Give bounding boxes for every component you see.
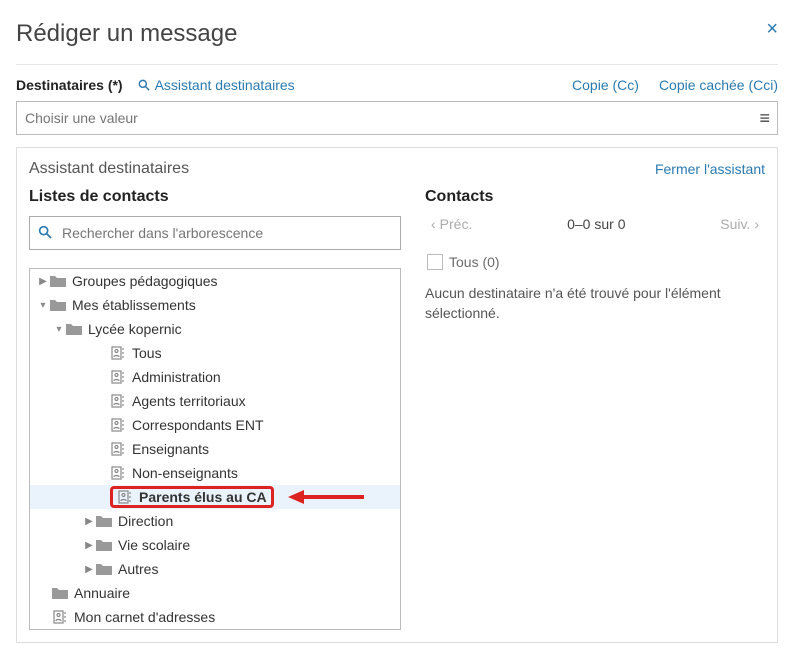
arrow-annotation-icon — [286, 487, 366, 507]
tree-item-agents[interactable]: Agents territoriaux — [30, 389, 400, 413]
chevron-right-icon: ▶ — [82, 516, 96, 527]
contacts-icon — [110, 442, 126, 456]
chevron-right-icon: ▶ — [82, 540, 96, 551]
select-all-checkbox[interactable] — [427, 254, 443, 270]
divider — [16, 64, 778, 65]
chevron-right-icon: › — [754, 216, 759, 232]
close-assistant-link[interactable]: Fermer l'assistant — [655, 161, 765, 177]
tree-search-input[interactable] — [29, 216, 401, 250]
tree-label: Lycée kopernic — [88, 321, 182, 337]
recipients-label: Destinataires (*) — [16, 77, 123, 93]
tree-item-non-enseignants[interactable]: Non-enseignants — [30, 461, 400, 485]
tree-item-correspondants[interactable]: Correspondants ENT — [30, 413, 400, 437]
tree-item-autres[interactable]: ▶ Autres — [30, 557, 400, 581]
chevron-right-icon: ▶ — [82, 564, 96, 575]
tree-item-administration[interactable]: Administration — [30, 365, 400, 389]
bcc-link[interactable]: Copie cachée (Cci) — [659, 77, 778, 93]
contacts-icon — [110, 370, 126, 384]
tree-label: Mon carnet d'adresses — [74, 609, 215, 625]
chevron-down-icon: ▾ — [36, 300, 50, 311]
search-icon — [37, 224, 53, 240]
tree-label: Tous — [132, 345, 162, 361]
tree-item-enseignants[interactable]: Enseignants — [30, 437, 400, 461]
assistant-link-label: Assistant destinataires — [155, 77, 295, 93]
chevron-down-icon: ▾ — [52, 324, 66, 335]
tree-item-direction[interactable]: ▶ Direction — [30, 509, 400, 533]
tree-item-parents-ca[interactable]: Parents élus au CA — [30, 485, 400, 509]
tree-label: Parents élus au CA — [139, 489, 267, 505]
tree-label: Administration — [132, 369, 221, 385]
chevron-left-icon: ‹ — [431, 216, 436, 232]
select-all-label: Tous (0) — [449, 254, 500, 270]
tree-label: Vie scolaire — [118, 537, 190, 553]
tree-item-annuaire[interactable]: Annuaire — [30, 581, 400, 605]
tree-item-etablissements[interactable]: ▾ Mes établissements — [30, 293, 400, 317]
tree-label: Agents territoriaux — [132, 393, 246, 409]
close-icon[interactable]: × — [766, 18, 778, 41]
folder-icon — [52, 586, 68, 600]
folder-icon — [50, 298, 66, 312]
folder-icon — [66, 322, 82, 336]
prev-label: Préc. — [440, 216, 473, 232]
contacts-icon — [117, 490, 133, 504]
modal-title: Rédiger un message — [16, 12, 778, 48]
assistant-title: Assistant destinataires — [29, 160, 189, 178]
tree-label: Non-enseignants — [132, 465, 238, 481]
tree-label: Correspondants ENT — [132, 417, 264, 433]
contacts-icon — [110, 418, 126, 432]
pager-range: 0–0 sur 0 — [567, 216, 625, 232]
chevron-right-icon: ▶ — [36, 276, 50, 287]
tree-label: Enseignants — [132, 441, 209, 457]
highlight-annotation: Parents élus au CA — [110, 486, 274, 508]
folder-icon — [96, 514, 112, 528]
cc-link[interactable]: Copie (Cc) — [572, 77, 639, 93]
tree-label: Autres — [118, 561, 158, 577]
contacts-icon — [110, 394, 126, 408]
tree-label: Mes établissements — [72, 297, 196, 313]
search-icon — [137, 78, 151, 92]
contacts-icon — [52, 610, 68, 624]
folder-icon — [96, 538, 112, 552]
tree-item-groupes[interactable]: ▶ Groupes pédagogiques — [30, 269, 400, 293]
folder-icon — [96, 562, 112, 576]
assistant-link[interactable]: Assistant destinataires — [137, 77, 295, 93]
next-label: Suiv. — [720, 216, 750, 232]
contacts-icon — [110, 466, 126, 480]
next-button[interactable]: Suiv. › — [720, 216, 759, 232]
tree-label: Groupes pédagogiques — [72, 273, 218, 289]
tree-item-tous[interactable]: Tous — [30, 341, 400, 365]
folder-icon — [50, 274, 66, 288]
tree-item-carnet[interactable]: Mon carnet d'adresses — [30, 605, 400, 629]
tree-item-lycee[interactable]: ▾ Lycée kopernic — [30, 317, 400, 341]
empty-message: Aucun destinataire n'a été trouvé pour l… — [425, 284, 765, 323]
prev-button[interactable]: ‹ Préc. — [431, 216, 472, 232]
contacts-icon — [110, 346, 126, 360]
contacts-title: Contacts — [425, 188, 765, 206]
contact-tree: ▶ Groupes pédagogiques ▾ Mes établisseme… — [29, 268, 401, 630]
tree-label: Direction — [118, 513, 173, 529]
tree-item-vie-scolaire[interactable]: ▶ Vie scolaire — [30, 533, 400, 557]
tree-label: Annuaire — [74, 585, 130, 601]
contact-lists-title: Listes de contacts — [29, 188, 401, 206]
recipients-input[interactable] — [16, 101, 778, 135]
